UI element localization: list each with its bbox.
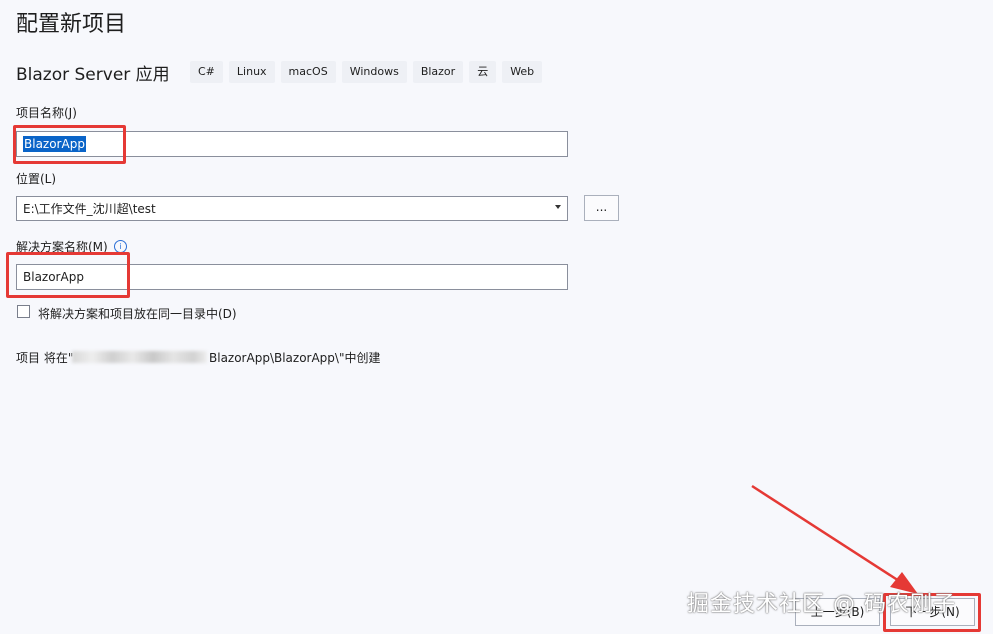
template-tags: C# Linux macOS Windows Blazor 云 Web <box>190 61 543 83</box>
arrow-line <box>751 484 911 590</box>
location-value: E:\工作文件_沈川超\test <box>23 202 156 216</box>
tag-web: Web <box>502 61 543 83</box>
chevron-down-icon[interactable] <box>555 205 561 209</box>
watermark: 掘金技术社区 @ 码农刚子 <box>687 592 956 617</box>
blurred-path-segment <box>72 351 207 363</box>
tag-windows: Windows <box>341 61 407 83</box>
location-label: 位置(L) <box>16 172 57 186</box>
page-title: 配置新项目 <box>16 12 127 37</box>
tag-cloud: 云 <box>469 61 497 83</box>
template-name: Blazor Server 应用 <box>16 65 170 85</box>
browse-button[interactable]: ... <box>584 195 619 221</box>
creation-path-suffix: BlazorApp\BlazorApp\"中创建 <box>209 351 381 365</box>
tag-linux: Linux <box>228 61 275 83</box>
project-name-label: 项目名称(J) <box>16 106 77 120</box>
tag-csharp: C# <box>190 61 223 83</box>
highlight-box-solution-name <box>6 252 130 298</box>
highlight-box-project-name <box>13 125 126 164</box>
creation-path-prefix: 项目 将在" <box>16 351 74 365</box>
same-directory-checkbox[interactable] <box>17 305 30 318</box>
location-combobox[interactable]: E:\工作文件_沈川超\test <box>16 196 568 221</box>
same-directory-label: 将解决方案和项目放在同一目录中(D) <box>38 307 237 321</box>
tag-macos: macOS <box>280 61 336 83</box>
tag-blazor: Blazor <box>412 61 464 83</box>
